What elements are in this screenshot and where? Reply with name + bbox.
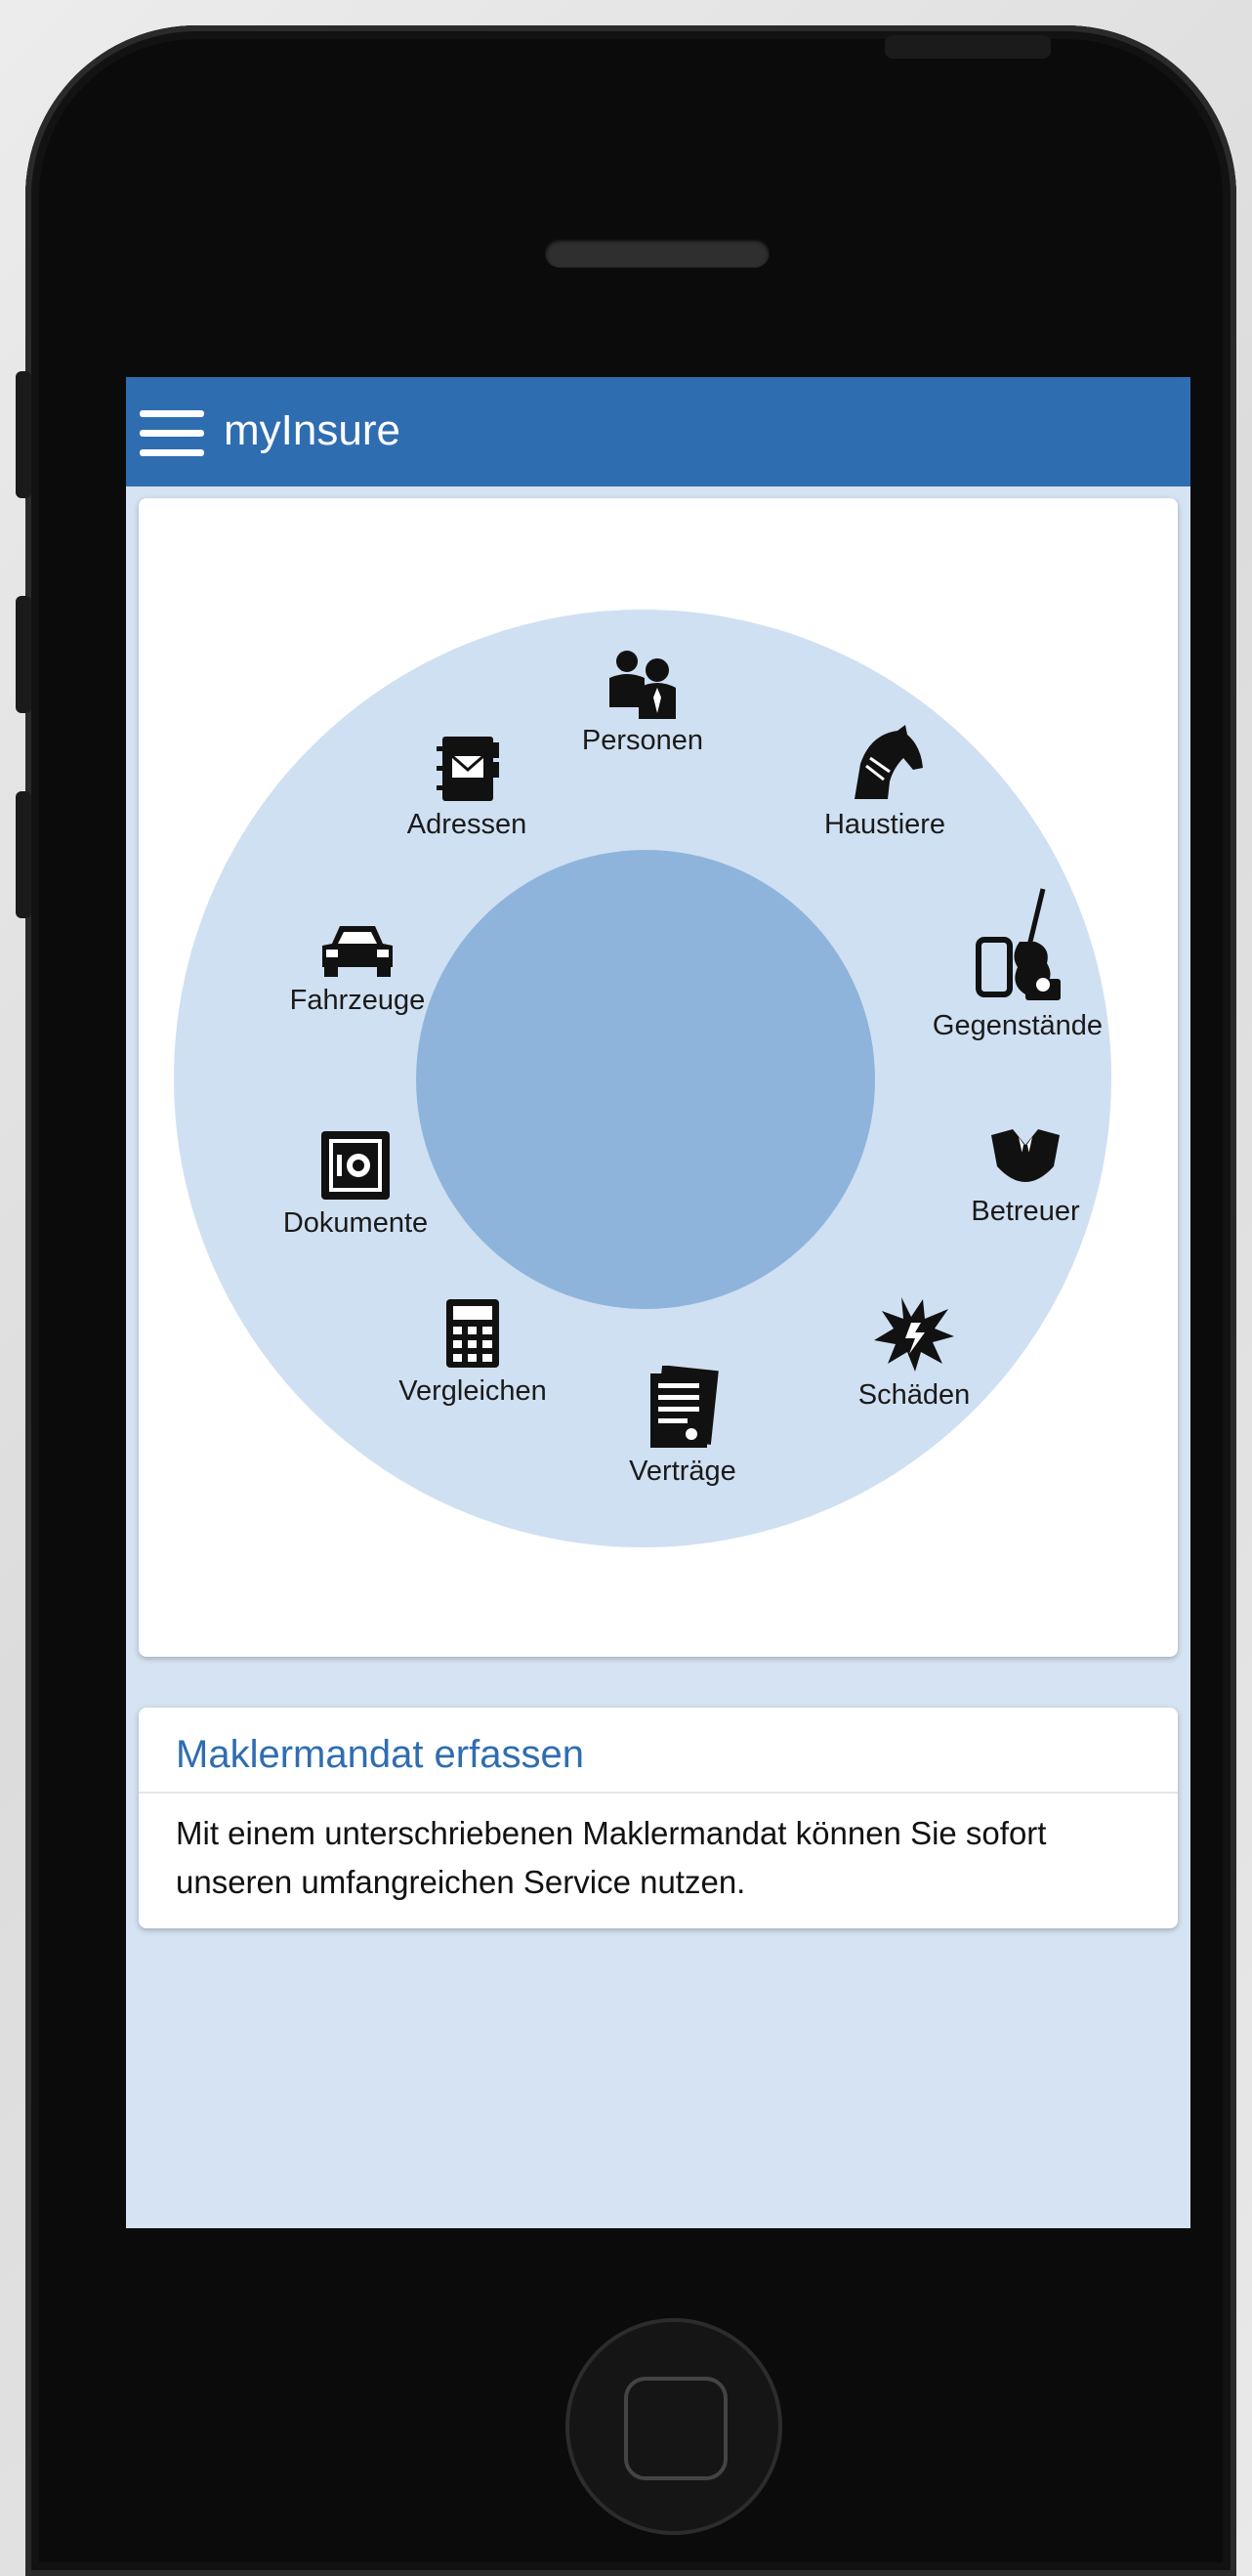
category-wheel-card: Personen Haustiere Gegenstände Betreuer … — [139, 498, 1178, 1657]
wheel-item-adressen[interactable]: Adressen — [359, 735, 574, 841]
horse-icon — [855, 725, 923, 799]
side-button — [16, 371, 31, 498]
wheel-item-gegenstaende[interactable]: Gegenstände — [910, 887, 1125, 1042]
phone-frame: myInsure Personen Haustiere Gegenstände … — [25, 25, 1236, 2576]
wheel-item-dokumente[interactable]: Dokumente — [248, 1129, 463, 1240]
wheel-item-label: Dokumente — [282, 1207, 429, 1239]
wheel-item-label: Fahrzeuge — [289, 985, 426, 1016]
wheel-item-label: Betreuer — [971, 1196, 1080, 1227]
wheel-item-fahrzeuge[interactable]: Fahrzeuge — [250, 920, 465, 1017]
app-bar: myInsure — [126, 377, 1190, 486]
phone-guitar-icon — [976, 888, 1061, 1000]
wheel-item-label: Adressen — [406, 809, 527, 840]
car-icon — [322, 926, 393, 977]
wheel-item-label: Gegenstände — [932, 1010, 1104, 1041]
card-description: Mit einem unterschriebenen Maklermandat … — [176, 1815, 1047, 1900]
power-button — [885, 35, 1051, 59]
volume-up-button — [16, 596, 31, 713]
explosion-icon — [874, 1297, 954, 1372]
wheel-item-label: Schäden — [857, 1379, 971, 1411]
wheel-item-betreuer[interactable]: Betreuer — [918, 1127, 1133, 1228]
calculator-icon — [446, 1299, 499, 1368]
volume-down-button — [16, 791, 31, 918]
wheel-item-label: Verträge — [629, 1456, 736, 1487]
wheel-center[interactable] — [416, 850, 875, 1309]
home-button-square-icon — [624, 2377, 728, 2480]
wheel-item-label: Haustiere — [823, 809, 946, 840]
wheel-item-vertraege[interactable]: Verträge — [575, 1366, 790, 1488]
divider — [139, 1792, 1178, 1794]
wheel-item-haustiere[interactable]: Haustiere — [777, 725, 992, 841]
wheel-item-label: Vergleichen — [398, 1375, 547, 1407]
card-title: Maklermandat erfassen — [176, 1733, 584, 1776]
app-screen: myInsure Personen Haustiere Gegenstände … — [126, 377, 1190, 2228]
home-button[interactable] — [565, 2318, 782, 2535]
suit-icon — [991, 1129, 1060, 1182]
address-book-icon — [437, 737, 499, 801]
wheel-item-vergleichen[interactable]: Vergleichen — [365, 1297, 580, 1408]
earpiece-speaker — [545, 238, 770, 268]
wheel-item-schaeden[interactable]: Schäden — [807, 1295, 1022, 1412]
broker-mandate-card[interactable]: Maklermandat erfassen Mit einem untersch… — [139, 1708, 1178, 1928]
app-title: myInsure — [224, 406, 400, 454]
safe-icon — [321, 1131, 390, 1200]
contract-icon — [650, 1366, 719, 1448]
people-icon — [609, 651, 676, 719]
menu-icon[interactable] — [140, 410, 204, 457]
